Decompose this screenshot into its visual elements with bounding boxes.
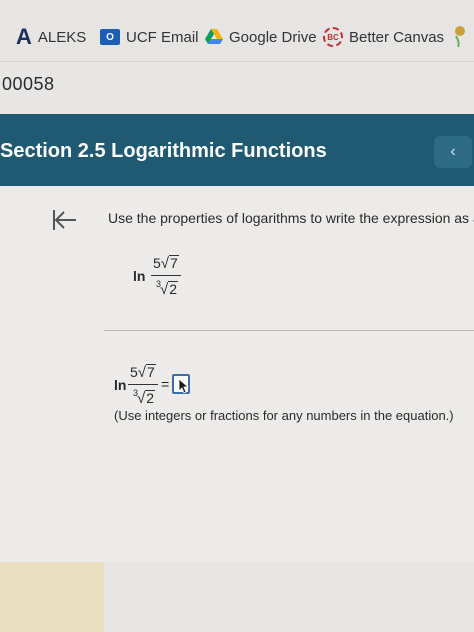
numerator-coefficient: 5 [153, 255, 161, 271]
cube-root-icon: √ [160, 281, 169, 298]
numerator-radicand: 7 [146, 364, 156, 380]
google-drive-icon [205, 29, 223, 45]
sqrt-icon: √ [160, 255, 170, 272]
chevron-left-icon: ‹ [450, 143, 456, 160]
answer-numerator: 5√7 [130, 364, 156, 381]
divider [104, 330, 474, 331]
account-bar [0, 62, 474, 114]
bookmark-google-drive[interactable]: Google Drive [205, 26, 317, 48]
bookmark-better-canvas[interactable]: BC Better Canvas [323, 26, 444, 48]
aleks-logo-icon: A [16, 24, 32, 49]
bookmark-better-canvas-label: Better Canvas [349, 28, 445, 46]
denominator-radicand: 2 [168, 281, 179, 297]
outlook-icon: O [100, 29, 120, 45]
problem-instruction: Use the properties of logarithms to writ… [108, 210, 474, 226]
ln-label: ln [114, 377, 127, 393]
bookmark-ucf-email[interactable]: O UCF Email [100, 26, 199, 48]
answer-note: (Use integers or fractions for any numbe… [114, 408, 454, 423]
fraction-bar [151, 275, 181, 276]
account-id: 00058 [2, 74, 55, 94]
bookmark-aleks[interactable]: A ALEKS [16, 24, 87, 49]
section-title: Section 2.5 Logarithmic Functions [0, 140, 327, 162]
better-canvas-icon: BC [323, 27, 343, 47]
denominator-radicand: 2 [145, 390, 156, 406]
bottom-panel [104, 562, 474, 632]
given-numerator: 5√7 [153, 255, 179, 272]
fraction-bar [128, 384, 158, 385]
numerator-radicand: 7 [169, 255, 179, 271]
collapse-button[interactable]: ‹ [434, 136, 472, 168]
equals-sign: = [161, 376, 170, 392]
back-to-start-icon[interactable] [50, 206, 80, 234]
bookmark-ucf-email-label: UCF Email [126, 28, 199, 46]
bookmark-aleks-label: ALEKS [37, 28, 87, 46]
bookmark-google-drive-label: Google Drive [229, 28, 317, 46]
cube-root-icon: √ [137, 390, 146, 407]
sqrt-icon: √ [137, 364, 147, 381]
bookmark-more-icon[interactable] [452, 24, 468, 47]
answer-denominator: √2 [137, 390, 156, 407]
mouse-cursor-icon [178, 378, 190, 394]
bottom-left-panel [0, 562, 104, 632]
given-denominator: √2 [160, 281, 179, 298]
ln-label: ln [133, 268, 146, 284]
bookmarks-bar: A ALEKS O UCF Email Google Drive BC Bett… [0, 0, 474, 62]
numerator-coefficient: 5 [130, 364, 138, 380]
problem-area [0, 186, 474, 562]
